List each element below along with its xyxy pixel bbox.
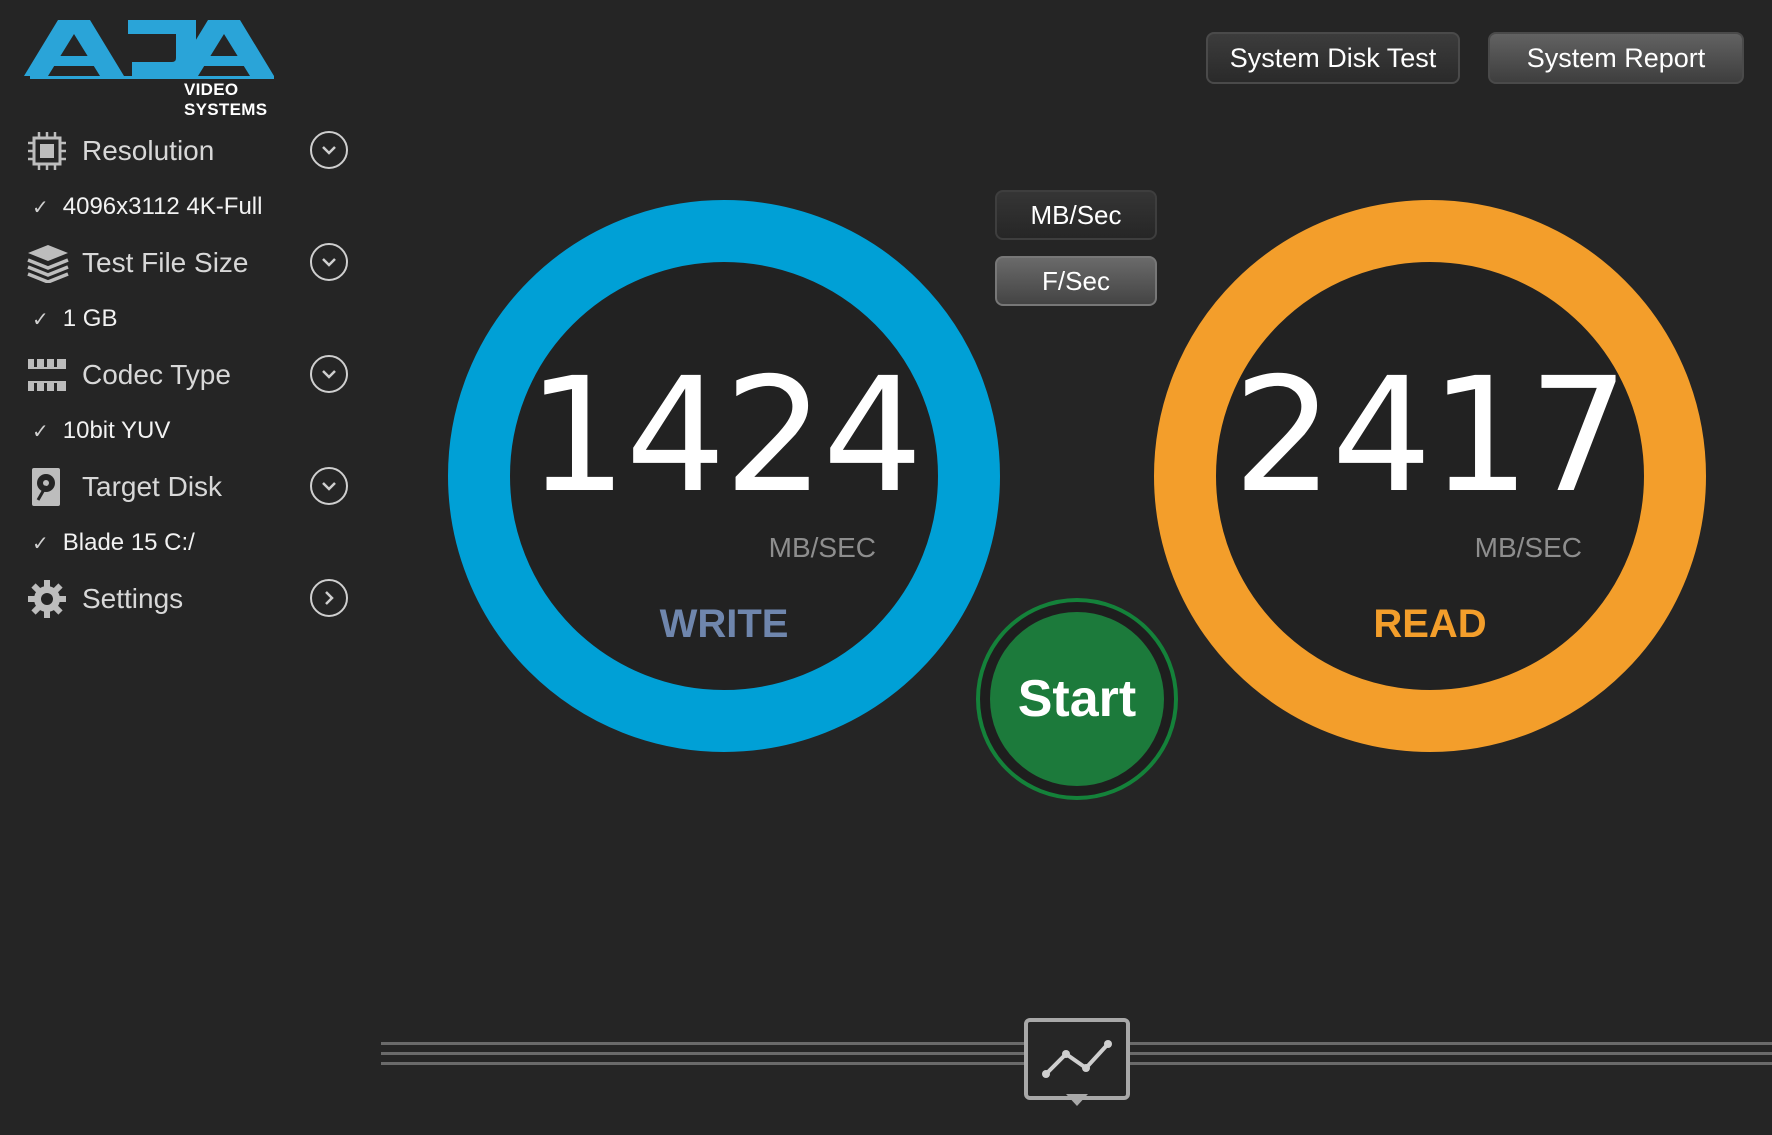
sidebar-item-label: Settings: [82, 583, 184, 614]
layers-icon: [26, 241, 70, 285]
sidebar-item-test-file-size[interactable]: Test File Size: [26, 230, 356, 296]
codec-type-value: ✓ 10bit YUV: [26, 408, 356, 454]
check-icon: ✓: [32, 308, 49, 331]
sidebar-item-label: Test File Size: [82, 247, 249, 278]
f-sec-button[interactable]: F/Sec: [995, 256, 1157, 306]
read-gauge: 2417 MB/SEC READ: [1154, 200, 1706, 752]
logo-subtitle: VIDEO SYSTEMS: [184, 80, 268, 119]
sidebar-item-label: Codec Type: [82, 359, 231, 390]
start-button[interactable]: Start: [976, 598, 1178, 800]
test-file-size-value-text: 1 GB: [62, 305, 118, 332]
sidebar-item-label: Target Disk: [82, 471, 223, 502]
aja-logo: VIDEO SYSTEMS: [24, 16, 314, 119]
graph-toggle-button[interactable]: [1024, 1018, 1130, 1100]
write-label: WRITE: [659, 602, 789, 646]
sidebar-item-codec-type[interactable]: Codec Type: [26, 342, 356, 408]
chip-icon: [26, 129, 70, 173]
chevron-down-icon[interactable]: [310, 243, 348, 281]
chevron-down-icon[interactable]: [310, 131, 348, 169]
disk-icon: [26, 465, 70, 509]
check-icon: ✓: [32, 532, 49, 555]
sidebar-item-label: Resolution: [82, 135, 215, 166]
target-disk-value: ✓ Blade 15 C:/: [26, 520, 356, 566]
start-button-label: Start: [990, 612, 1164, 786]
write-unit: MB/SEC: [768, 532, 876, 563]
system-disk-test-button[interactable]: System Disk Test: [1206, 32, 1460, 84]
system-report-button[interactable]: System Report: [1488, 32, 1744, 84]
chevron-down-icon[interactable]: [310, 467, 348, 505]
chevron-right-icon[interactable]: [310, 579, 348, 617]
codec-type-value-text: 10bit YUV: [62, 417, 171, 444]
line-graph-icon: [1042, 1040, 1112, 1078]
test-file-size-value: ✓ 1 GB: [26, 296, 356, 342]
chevron-down-icon[interactable]: [310, 355, 348, 393]
resolution-value: ✓ 4096x3112 4K-Full: [26, 184, 356, 230]
read-value: 2417: [1232, 344, 1629, 528]
mb-sec-button[interactable]: MB/Sec: [995, 190, 1157, 240]
resolution-value-text: 4096x3112 4K-Full: [62, 193, 263, 220]
sidebar: Resolution ✓ 4096x3112 4K-Full Test File…: [26, 118, 356, 632]
target-disk-value-text: Blade 15 C:/: [62, 529, 195, 556]
read-unit: MB/SEC: [1474, 532, 1582, 563]
check-icon: ✓: [32, 420, 49, 443]
sidebar-item-target-disk[interactable]: Target Disk: [26, 454, 356, 520]
write-value: 1424: [526, 344, 923, 528]
sidebar-item-settings[interactable]: Settings: [26, 566, 356, 632]
write-gauge: 1424 MB/SEC WRITE: [448, 200, 1000, 752]
graph-tab-pointer: [1066, 1094, 1088, 1106]
aja-logo-mark: [24, 20, 274, 79]
sidebar-item-resolution[interactable]: Resolution: [26, 118, 356, 184]
read-label: READ: [1373, 602, 1487, 646]
gear-icon: [26, 577, 70, 621]
film-icon: [26, 353, 70, 397]
check-icon: ✓: [32, 196, 49, 219]
